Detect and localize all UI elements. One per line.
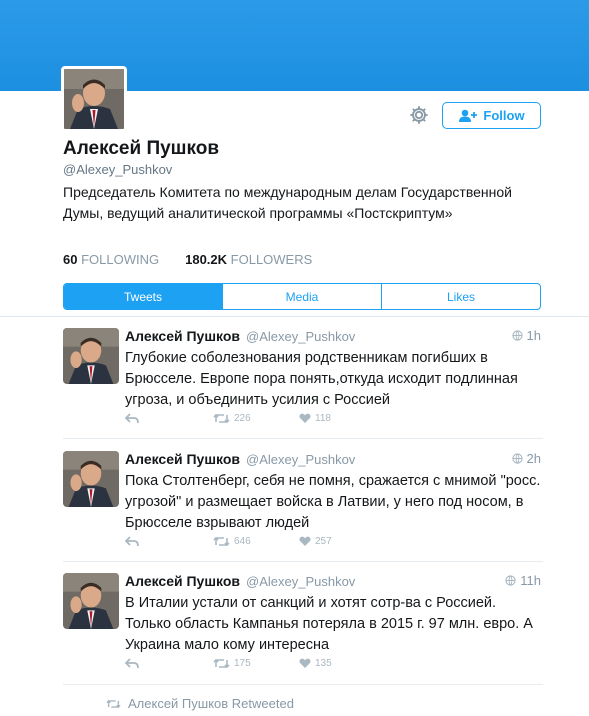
following-count: 60 xyxy=(63,252,78,267)
profile-avatar[interactable] xyxy=(61,66,127,132)
retweet-icon xyxy=(213,536,230,547)
avatar-photo-icon xyxy=(63,573,119,629)
avatar-photo-icon xyxy=(63,328,119,384)
tweet-author-name[interactable]: Алексей Пушков xyxy=(125,451,240,467)
retweet-icon xyxy=(213,413,230,424)
tweet-author-handle[interactable]: @Alexey_Pushkov xyxy=(246,329,355,344)
following-label: FOLLOWING xyxy=(81,252,160,267)
globe-icon xyxy=(511,330,523,341)
tweet-separator xyxy=(63,438,543,439)
retweeted-context[interactable]: Алексей Пушков Retweeted xyxy=(106,696,294,711)
retweet-icon xyxy=(213,658,230,669)
tweet-avatar[interactable] xyxy=(63,573,119,629)
retweet-count: 226 xyxy=(234,413,251,424)
retweet-count: 175 xyxy=(234,658,251,669)
add-user-icon xyxy=(459,109,478,122)
tab-likes[interactable]: Likes xyxy=(381,284,540,309)
follow-button-label: Follow xyxy=(483,108,525,123)
globe-icon xyxy=(505,575,516,586)
retweet-button[interactable]: 175 xyxy=(213,658,299,669)
retweet-icon xyxy=(106,699,121,708)
tweet-author-name[interactable]: Алексей Пушков xyxy=(125,573,240,589)
settings-gear-icon[interactable] xyxy=(408,104,430,126)
tweet-separator xyxy=(63,561,543,562)
profile-handle[interactable]: @Alexey_Pushkov xyxy=(63,162,172,177)
follow-button[interactable]: Follow xyxy=(442,102,541,129)
avatar-photo-icon xyxy=(63,451,119,507)
reply-icon xyxy=(125,658,139,669)
tweet-avatar[interactable] xyxy=(63,451,119,507)
tweet-avatar[interactable] xyxy=(63,328,119,384)
followers-stat[interactable]: 180.2K FOLLOWERS xyxy=(185,252,312,267)
tweet-actions: 175 135 xyxy=(125,658,425,669)
like-button[interactable]: 257 xyxy=(299,536,332,547)
tweet-text: Пока Столтенберг, себя не помня, сражает… xyxy=(125,473,541,531)
tweet-text: В Италии устали от санкций и хотят сотр-… xyxy=(125,595,533,653)
retweet-button[interactable]: 646 xyxy=(213,536,299,547)
followers-label: FOLLOWERS xyxy=(230,252,313,267)
tab-media[interactable]: Media xyxy=(222,284,381,309)
tweet-timestamp[interactable]: 1h xyxy=(511,328,541,343)
tweet-header: Алексей Пушков @Alexey_Pushkov 2h xyxy=(125,451,541,467)
tweet-header: Алексей Пушков @Alexey_Pushkov 1h xyxy=(125,328,541,344)
retweeted-label: Алексей Пушков Retweeted xyxy=(128,696,294,711)
like-count: 257 xyxy=(315,536,332,547)
tweet-time-label: 2h xyxy=(526,451,541,466)
profile-bio: Председатель Комитета по международным д… xyxy=(63,184,512,221)
profile-tabs: Tweets Media Likes xyxy=(63,283,541,310)
tweet-text: Глубокие соболезнования родственникам по… xyxy=(125,350,518,408)
globe-icon xyxy=(511,453,523,464)
reply-button[interactable] xyxy=(125,658,213,669)
tweet-actions: 646 257 xyxy=(125,536,425,547)
like-button[interactable]: 118 xyxy=(299,413,331,424)
tab-tweets[interactable]: Tweets xyxy=(64,284,222,309)
tweet-author-handle[interactable]: @Alexey_Pushkov xyxy=(246,452,355,467)
reply-icon xyxy=(125,413,139,424)
reply-button[interactable] xyxy=(125,413,213,424)
reply-icon xyxy=(125,536,139,547)
retweet-button[interactable]: 226 xyxy=(213,413,299,424)
section-divider xyxy=(0,316,589,317)
heart-icon xyxy=(299,658,311,668)
followers-count: 180.2K xyxy=(185,252,228,267)
profile-stats: 60 FOLLOWING 180.2K FOLLOWERS xyxy=(63,252,312,267)
like-count: 135 xyxy=(315,658,332,669)
profile-name: Алексей Пушков xyxy=(63,138,220,159)
avatar-photo-icon xyxy=(64,69,124,129)
tweet-time-label: 11h xyxy=(520,573,541,588)
like-button[interactable]: 135 xyxy=(299,658,332,669)
reply-button[interactable] xyxy=(125,536,213,547)
heart-icon xyxy=(299,413,311,423)
tweet-author-handle[interactable]: @Alexey_Pushkov xyxy=(246,574,355,589)
like-count: 118 xyxy=(315,413,331,424)
following-stat[interactable]: 60 FOLLOWING xyxy=(63,252,159,267)
tweet-author-name[interactable]: Алексей Пушков xyxy=(125,328,240,344)
tweet-separator xyxy=(63,684,543,685)
tweet-actions: 226 118 xyxy=(125,413,425,424)
tweet-time-label: 1h xyxy=(526,328,541,343)
tweet-timestamp[interactable]: 2h xyxy=(511,451,541,466)
tweet-timestamp[interactable]: 11h xyxy=(505,573,541,588)
heart-icon xyxy=(299,536,311,546)
retweet-count: 646 xyxy=(234,536,251,547)
tweet-header: Алексей Пушков @Alexey_Pushkov 11h xyxy=(125,573,541,589)
